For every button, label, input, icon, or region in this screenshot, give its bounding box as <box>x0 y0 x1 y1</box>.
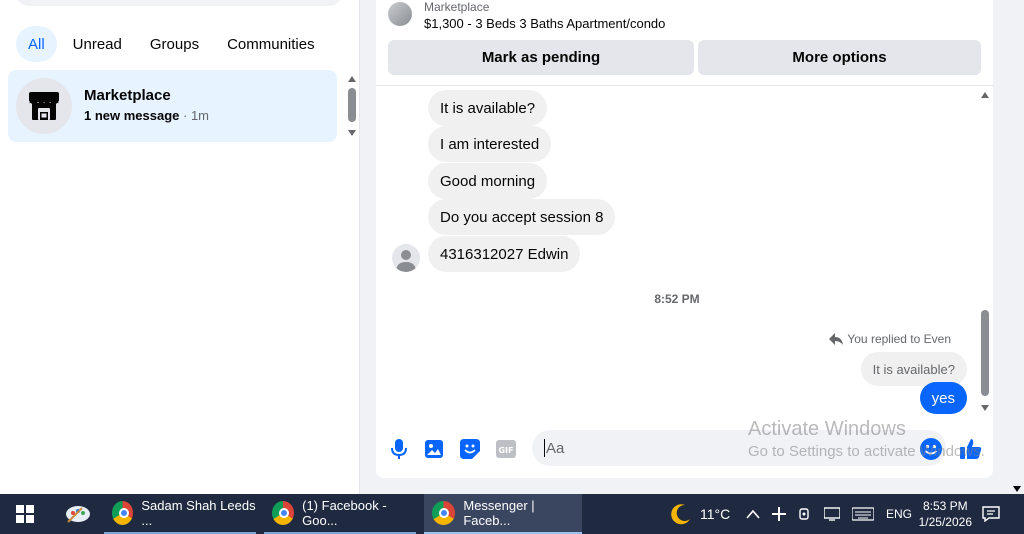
filter-groups[interactable]: Groups <box>138 26 211 62</box>
notification-center-button[interactable] <box>982 494 1000 534</box>
storefront-icon <box>29 92 59 120</box>
search-field[interactable] <box>16 0 342 6</box>
paint-app-icon <box>66 506 90 523</box>
text-caret <box>544 439 545 457</box>
filter-all[interactable]: All <box>16 26 57 62</box>
language-indicator[interactable]: ENG <box>886 507 912 521</box>
listing-title[interactable]: $1,300 - 3 Beds 3 Baths Apartment/condo <box>424 16 665 31</box>
sticker-icon[interactable] <box>459 438 481 460</box>
filter-unread[interactable]: Unread <box>61 26 134 62</box>
scroll-down-arrow-icon[interactable] <box>1013 486 1021 492</box>
taskbar-app-chrome-2[interactable]: (1) Facebook - Goo... <box>264 494 416 534</box>
photo-icon[interactable] <box>423 438 445 460</box>
watermark-subtitle: Go to Settings to activate Windows. <box>748 443 985 460</box>
scrollbar-thumb[interactable] <box>348 88 356 122</box>
reply-indicator-text: You replied to Even <box>847 332 951 346</box>
taskbar-app-chrome-3[interactable]: Messenger | Faceb... <box>424 494 582 534</box>
start-button[interactable] <box>8 494 34 534</box>
windows-taskbar: Sadam Shah Leeds ... (1) Facebook - Goo.… <box>0 494 1024 534</box>
message-bubble: It is available? <box>428 90 548 126</box>
scroll-up-arrow-icon[interactable] <box>348 76 356 82</box>
unread-text: 1 new message <box>84 108 180 123</box>
moon-icon <box>671 504 690 525</box>
message-input-placeholder: Aa <box>546 439 565 457</box>
scroll-up-arrow-icon[interactable] <box>981 92 989 98</box>
default-user-icon <box>396 250 416 272</box>
message-bubble: 4316312027 Edwin <box>428 236 581 272</box>
conversation-item-marketplace[interactable]: Marketplace 1 new message · 1m <box>8 70 337 142</box>
display-icon[interactable] <box>824 507 840 521</box>
weather-widget[interactable]: 11°C <box>670 494 730 534</box>
chrome-icon <box>112 501 134 525</box>
svg-text:GIF: GIF <box>498 446 513 455</box>
clock-date: 1/25/2026 <box>918 515 972 529</box>
chat-list-panel: All Unread Groups Communities Marketplac… <box>0 0 360 494</box>
taskbar-app-label: Messenger | Faceb... <box>463 498 535 528</box>
taskbar-clock[interactable]: 8:53 PM 1/25/2026 <box>919 498 972 530</box>
taskbar-app-label: (1) Facebook - Goo... <box>302 498 387 528</box>
chrome-icon <box>272 501 295 525</box>
filter-communities[interactable]: Communities <box>215 26 327 62</box>
scrollbar-thumb[interactable] <box>981 310 989 396</box>
activate-windows-watermark: Activate Windows Go to Settings to activ… <box>748 418 985 460</box>
quoted-message[interactable]: It is available? <box>860 352 967 386</box>
microphone-icon[interactable] <box>388 438 410 460</box>
watermark-title: Activate Windows <box>748 418 906 440</box>
plus-icon[interactable] <box>772 507 786 521</box>
meet-now-icon[interactable] <box>798 507 812 521</box>
scroll-down-arrow-icon[interactable] <box>348 130 356 136</box>
taskbar-pinned-app[interactable] <box>56 494 92 534</box>
marketplace-label: Marketplace <box>424 0 490 14</box>
marketplace-avatar <box>16 78 72 134</box>
notification-icon <box>982 506 1000 522</box>
message-bubble: I am interested <box>428 126 552 162</box>
keyboard-icon[interactable] <box>852 507 874 521</box>
clock-time: 8:53 PM <box>922 499 968 513</box>
temperature-text: 11°C <box>700 506 731 522</box>
conversation-preview: 1 new message · 1m <box>84 108 209 123</box>
message-bubble: Good morning <box>428 163 548 199</box>
chevron-up-icon[interactable] <box>746 509 760 519</box>
reply-arrow-icon <box>829 333 844 345</box>
filter-tabs: All Unread Groups Communities <box>16 26 327 62</box>
system-tray: ENG <box>746 494 912 534</box>
page-scrollbar[interactable] <box>1010 0 1024 494</box>
more-options-button[interactable]: More options <box>698 40 981 75</box>
reply-indicator: You replied to Even <box>829 332 951 346</box>
conversation-scrollbar[interactable] <box>978 88 992 418</box>
mark-as-pending-button[interactable]: Mark as pending <box>388 40 694 75</box>
chrome-icon <box>432 501 456 525</box>
conversation-header: Marketplace $1,300 - 3 Beds 3 Baths Apar… <box>376 0 993 86</box>
my-message-bubble: yes <box>919 382 967 414</box>
conversation-name: Marketplace <box>84 87 171 104</box>
listing-thumbnail[interactable] <box>388 2 412 26</box>
conversation-time: · 1m <box>179 108 210 123</box>
message-bubble: Do you accept session 8 <box>428 199 616 235</box>
taskbar-app-label: Sadam Shah Leeds ... <box>141 498 256 528</box>
scroll-down-arrow-icon[interactable] <box>981 405 989 411</box>
gif-icon[interactable]: GIF <box>495 438 517 460</box>
taskbar-app-chrome-1[interactable]: Sadam Shah Leeds ... <box>104 494 256 534</box>
sender-avatar[interactable] <box>392 244 420 272</box>
chat-list-scrollbar[interactable] <box>344 72 360 140</box>
windows-logo-icon <box>16 505 34 523</box>
message-timestamp: 8:52 PM <box>654 292 700 306</box>
conversation-panel: Marketplace $1,300 - 3 Beds 3 Baths Apar… <box>376 0 993 478</box>
